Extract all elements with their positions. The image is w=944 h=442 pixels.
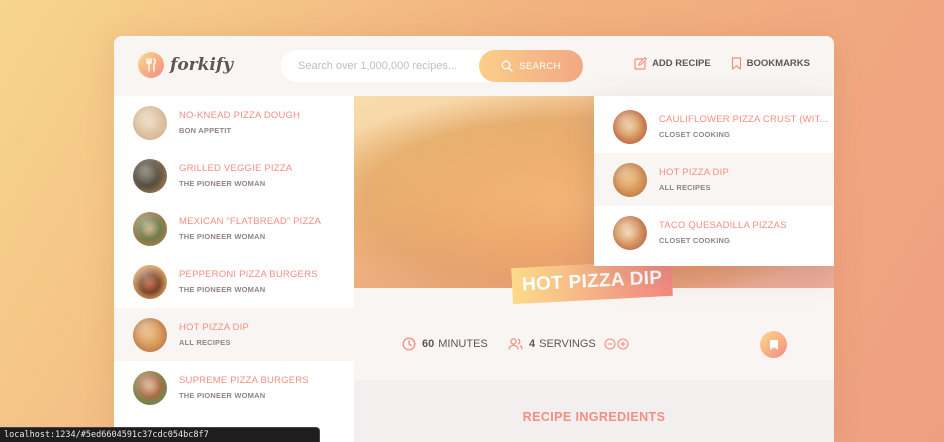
- result-item-active[interactable]: HOT PIZZA DIP ALL RECIPES: [114, 308, 354, 361]
- nav: ADD RECIPE BOOKMARKS: [614, 57, 810, 70]
- result-title: PEPPERONI PIZZA BURGERS: [179, 269, 318, 280]
- recipe-thumbnail: [133, 264, 167, 299]
- search-results: NO-KNEAD PIZZA DOUGH BON APPETIT GRILLED…: [114, 96, 354, 442]
- result-item[interactable]: GRILLED VEGGIE PIZZA THE PIONEER WOMAN: [114, 149, 354, 202]
- bookmark-publisher: ALL RECIPES: [659, 183, 711, 192]
- result-publisher: THE PIONEER WOMAN: [179, 391, 266, 400]
- search-form: SEARCH: [281, 50, 583, 82]
- bookmark-item[interactable]: CAULIFLOWER PIZZA CRUST (WIT... CLOSET C…: [594, 96, 834, 153]
- result-publisher: ALL RECIPES: [179, 338, 231, 347]
- recipe-thumbnail: [133, 105, 167, 140]
- result-item[interactable]: SUPREME PIZZA BURGERS THE PIONEER WOMAN: [114, 361, 354, 414]
- ingredients-heading: RECIPE INGREDIENTS: [522, 410, 666, 424]
- result-item[interactable]: PEPPERONI PIZZA BURGERS THE PIONEER WOMA…: [114, 255, 354, 308]
- result-title: SUPREME PIZZA BURGERS: [179, 375, 309, 386]
- bookmark-item[interactable]: TACO QUESADILLA PIZZAS CLOSET COOKING: [594, 206, 834, 259]
- cooking-time: 60 MINUTES: [402, 337, 488, 351]
- servings-value: 4: [529, 338, 536, 350]
- servings: 4 SERVINGS: [508, 337, 630, 351]
- recipe-thumbnail: [133, 211, 167, 246]
- result-publisher: BON APPETIT: [179, 126, 232, 135]
- bookmark-title: TACO QUESADILLA PIZZAS: [659, 220, 787, 231]
- bookmark-icon: [731, 57, 741, 70]
- result-title: MEXICAN “FLATBREAD” PIZZA: [179, 216, 322, 227]
- header: forkify SEARCH ADD RECIPE: [114, 36, 834, 96]
- fork-knife-icon: [138, 52, 164, 78]
- result-title: NO-KNEAD PIZZA DOUGH: [179, 110, 301, 121]
- clock-icon: [402, 337, 416, 351]
- bookmark-filled-icon: [769, 339, 778, 350]
- search-input[interactable]: [281, 60, 471, 72]
- search-button[interactable]: SEARCH: [479, 50, 583, 82]
- plus-circle-icon: [617, 338, 629, 350]
- recipe-thumbnail: [133, 370, 167, 405]
- recipe-ingredients: RECIPE INGREDIENTS: [354, 380, 834, 442]
- search-button-label: SEARCH: [519, 60, 561, 72]
- bookmarks-button[interactable]: BOOKMARKS: [731, 57, 810, 70]
- add-recipe-label: ADD RECIPE: [652, 58, 711, 69]
- result-title: HOT PIZZA DIP: [179, 322, 249, 333]
- result-publisher: THE PIONEER WOMAN: [179, 179, 266, 188]
- search-icon: [501, 60, 513, 72]
- bookmark-title: HOT PIZZA DIP: [659, 167, 729, 178]
- app-container: forkify SEARCH ADD RECIPE: [114, 36, 834, 442]
- result-title: GRILLED VEGGIE PIZZA: [179, 163, 293, 174]
- bookmarks-dropdown: CAULIFLOWER PIZZA CRUST (WIT... CLOSET C…: [594, 96, 834, 266]
- minutes-value: 60: [422, 338, 435, 350]
- users-icon: [508, 338, 523, 350]
- logo[interactable]: forkify: [138, 52, 233, 78]
- bookmark-item-active[interactable]: HOT PIZZA DIP ALL RECIPES: [594, 153, 834, 206]
- servings-label: SERVINGS: [539, 338, 596, 350]
- recipe-thumbnail: [133, 317, 167, 352]
- add-recipe-button[interactable]: ADD RECIPE: [634, 57, 711, 70]
- servings-controls: [604, 338, 630, 350]
- bookmark-title: CAULIFLOWER PIZZA CRUST (WIT...: [659, 114, 829, 125]
- logo-text: forkify: [170, 55, 234, 75]
- result-item[interactable]: MEXICAN “FLATBREAD” PIZZA THE PIONEER WO…: [114, 202, 354, 255]
- increase-servings-button[interactable]: [617, 338, 629, 350]
- result-publisher: THE PIONEER WOMAN: [179, 285, 266, 294]
- browser-status-bar: localhost:1234/#5ed6604591c37cdc054bc8f7: [0, 428, 319, 442]
- recipe-details: 60 MINUTES 4 SERVINGS: [354, 288, 834, 380]
- result-item[interactable]: NO-KNEAD PIZZA DOUGH BON APPETIT: [114, 96, 354, 149]
- minus-circle-icon: [604, 338, 616, 350]
- bookmark-recipe-button[interactable]: [760, 331, 787, 358]
- result-publisher: THE PIONEER WOMAN: [179, 232, 266, 241]
- minutes-label: MINUTES: [438, 338, 488, 350]
- decrease-servings-button[interactable]: [604, 338, 616, 350]
- recipe-thumbnail: [613, 162, 647, 197]
- recipe-thumbnail: [613, 109, 647, 144]
- edit-icon: [634, 57, 648, 70]
- recipe-thumbnail: [133, 158, 167, 193]
- bookmarks-label: BOOKMARKS: [746, 58, 810, 69]
- bookmark-publisher: CLOSET COOKING: [659, 236, 731, 245]
- recipe-thumbnail: [613, 215, 647, 250]
- bookmark-publisher: CLOSET COOKING: [659, 130, 731, 139]
